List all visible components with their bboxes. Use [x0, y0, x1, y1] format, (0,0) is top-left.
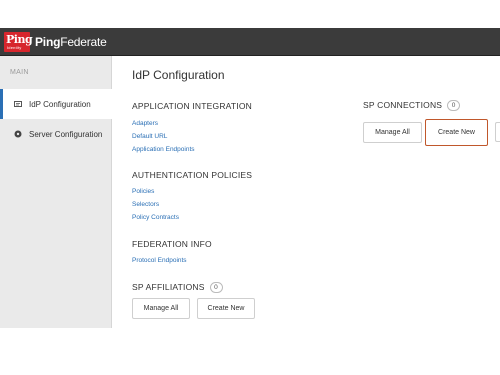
heading-application-integration: APPLICATION INTEGRATION: [132, 101, 252, 111]
heading-sp-affiliations: SP AFFILIATIONS 0: [132, 282, 223, 293]
sp-affiliations-count-badge: 0: [209, 282, 223, 293]
sidebar-item-idp-configuration[interactable]: IdP Configuration: [0, 89, 116, 119]
partially-visible-button[interactable]: [495, 122, 500, 142]
heading-federation-info: FEDERATION INFO: [132, 239, 212, 249]
sp-affiliations-manage-all-button[interactable]: Manage All: [132, 298, 190, 319]
link-policy-contracts[interactable]: Policy Contracts: [132, 214, 179, 221]
page-title: IdP Configuration: [132, 68, 225, 82]
heading-sp-connections: SP CONNECTIONS 0: [363, 100, 461, 111]
product-name-suffix: Federate: [60, 35, 107, 49]
sidebar-item-server-configuration[interactable]: Server Configuration: [0, 119, 112, 149]
sidebar: MAIN IdP Configuration Server Configurat…: [0, 56, 116, 328]
link-default-url[interactable]: Default URL: [132, 133, 167, 140]
sp-connections-create-new-button[interactable]: Create New: [425, 119, 488, 146]
sp-affiliations-create-new-button[interactable]: Create New: [197, 298, 255, 319]
server-disc-icon: [14, 130, 22, 138]
product-name-prefix: Ping: [35, 35, 61, 49]
logo-subtext: Identity: [7, 45, 22, 50]
main-panel: IdP Configuration APPLICATION INTEGRATIO…: [113, 56, 500, 328]
link-adapters[interactable]: Adapters: [132, 120, 158, 127]
sidebar-section-main: MAIN: [10, 69, 29, 76]
idp-card-icon: [14, 100, 22, 108]
sp-connections-count-badge: 0: [447, 100, 461, 111]
heading-authentication-policies: AUTHENTICATION POLICIES: [132, 170, 253, 180]
sidebar-item-label: Server Configuration: [29, 129, 103, 139]
ping-identity-logo: Ping Identity: [4, 32, 33, 52]
link-policies[interactable]: Policies: [132, 188, 154, 195]
sp-affiliations-label: SP AFFILIATIONS: [132, 282, 205, 292]
sp-connections-label: SP CONNECTIONS: [363, 100, 443, 110]
link-selectors[interactable]: Selectors: [132, 201, 159, 208]
product-name: PingFederate: [35, 35, 107, 49]
sidebar-item-label: IdP Configuration: [29, 99, 91, 109]
sp-connections-manage-all-button[interactable]: Manage All: [363, 122, 422, 143]
link-application-endpoints[interactable]: Application Endpoints: [132, 146, 195, 153]
link-protocol-endpoints[interactable]: Protocol Endpoints: [132, 257, 187, 264]
top-bar: Ping Identity PingFederate: [0, 28, 500, 56]
